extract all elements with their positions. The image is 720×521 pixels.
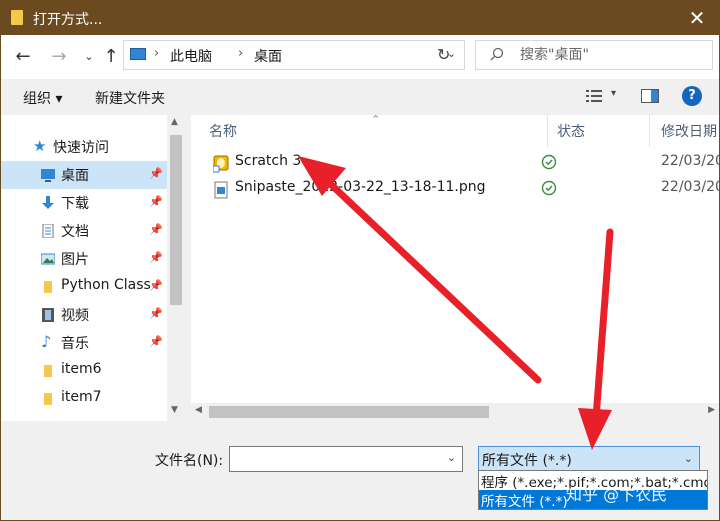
up-button[interactable]: ↑ <box>101 46 121 67</box>
download-icon <box>42 196 54 209</box>
nav-label: Python Class <box>61 277 151 293</box>
filename-combo[interactable]: ⌄ <box>229 446 463 472</box>
file-name: Scratch 3 <box>235 153 302 169</box>
nav-item-desktop[interactable]: 桌面 📌 <box>1 161 167 189</box>
nav-item-downloads[interactable]: 下载 📌 <box>1 189 167 217</box>
scroll-down-icon[interactable]: ▼ <box>171 405 178 415</box>
folder-icon <box>44 393 52 405</box>
horizontal-scrollbar[interactable]: ◀ ▶ <box>191 403 719 421</box>
new-folder-button[interactable]: 新建文件夹 <box>95 88 165 108</box>
file-name: Snipaste_2022-03-22_13-18-11.png <box>235 179 486 195</box>
scroll-thumb[interactable] <box>170 135 182 305</box>
nav-label: 文档 <box>61 224 89 240</box>
synced-icon <box>541 154 557 170</box>
nav-label: 快速访问 <box>53 140 109 156</box>
sort-ascending-icon: ⌃ <box>371 115 381 126</box>
star-icon: ★ <box>33 137 47 155</box>
view-list-icon[interactable] <box>586 89 602 103</box>
chevron-right-icon[interactable]: › <box>238 46 243 61</box>
filetype-select[interactable]: 所有文件 (*.*) ⌄ <box>478 446 700 472</box>
video-icon <box>42 308 54 322</box>
nav-quick-access[interactable]: ★ 快速访问 <box>1 133 167 161</box>
recent-locations-button[interactable]: ⌄ <box>79 50 99 63</box>
image-file-icon <box>214 181 228 199</box>
address-bar: ← → ⌄ ↑ › 此电脑 › 桌面 ⌄ ↻ <box>1 35 719 79</box>
refresh-button[interactable]: ↻ <box>437 45 450 64</box>
scroll-thumb[interactable] <box>209 406 489 418</box>
music-icon: ♪ <box>41 332 52 351</box>
column-header-date[interactable]: 修改日期 <box>661 121 717 141</box>
back-button[interactable]: ← <box>13 46 33 67</box>
title-bar: 打开方式... ✕ <box>1 1 719 35</box>
nav-label: 视频 <box>61 308 89 324</box>
path-box[interactable]: › 此电脑 › 桌面 ⌄ <box>123 40 465 70</box>
synced-icon <box>541 180 557 196</box>
open-with-dialog: 打开方式... ✕ ← → ⌄ ↑ › 此电脑 › 桌面 ⌄ ↻ 组织 ▾ 新建… <box>0 0 720 521</box>
file-date: 22/03/20 <box>661 179 719 195</box>
pin-icon[interactable]: 📌 <box>149 307 163 320</box>
pin-icon[interactable]: 📌 <box>149 195 163 208</box>
scratch-shortcut-icon <box>213 155 229 173</box>
scroll-up-icon[interactable]: ▲ <box>171 117 178 127</box>
view-dropdown-icon[interactable]: ▾ <box>611 88 616 99</box>
file-date: 22/03/20 <box>661 153 719 169</box>
nav-item-documents[interactable]: 文档 📌 <box>1 217 167 245</box>
pin-icon[interactable]: 📌 <box>149 223 163 236</box>
preview-pane-icon[interactable] <box>641 89 659 103</box>
scroll-right-icon[interactable]: ▶ <box>708 405 715 415</box>
chevron-down-icon[interactable]: ⌄ <box>684 452 693 465</box>
navigation-pane: ★ 快速访问 桌面 📌 下载 📌 文档 📌 图片 📌 Python Class … <box>1 115 185 421</box>
column-divider[interactable] <box>547 115 548 147</box>
folder-icon <box>11 10 23 25</box>
nav-item-item7[interactable]: item7 <box>1 385 167 413</box>
nav-label: item7 <box>61 389 102 405</box>
computer-icon <box>130 48 146 60</box>
nav-scrollbar[interactable]: ▲ ▼ <box>167 115 185 421</box>
column-header-name[interactable]: 名称 <box>209 121 237 141</box>
folder-icon <box>44 365 52 377</box>
search-box[interactable] <box>475 40 713 70</box>
nav-item-music[interactable]: ♪ 音乐 📌 <box>1 329 167 357</box>
forward-button[interactable]: → <box>49 46 69 67</box>
filename-input[interactable] <box>234 450 434 468</box>
command-bar: 组织 ▾ 新建文件夹 ▾ ? <box>1 79 719 115</box>
close-button[interactable]: ✕ <box>687 6 707 30</box>
file-list: ⌃ 名称 状态 修改日期 Scratch 3 22/03/20 Snipaste… <box>191 115 719 421</box>
nav-label: 桌面 <box>61 168 89 184</box>
window-title: 打开方式... <box>33 12 103 28</box>
column-divider[interactable] <box>649 115 650 147</box>
nav-item-item6[interactable]: item6 <box>1 357 167 385</box>
watermark: 知乎 @卞农民 <box>566 485 668 504</box>
file-row[interactable]: Snipaste_2022-03-22_13-18-11.png 22/03/2… <box>205 177 719 201</box>
pin-icon[interactable]: 📌 <box>149 167 163 180</box>
nav-label: 音乐 <box>61 336 89 352</box>
file-row[interactable]: Scratch 3 22/03/20 <box>205 151 719 175</box>
pin-icon[interactable]: 📌 <box>149 335 163 348</box>
search-input[interactable] <box>520 46 700 64</box>
pin-icon[interactable]: 📌 <box>149 279 163 292</box>
nav-item-pictures[interactable]: 图片 📌 <box>1 245 167 273</box>
breadcrumb-this-pc[interactable]: 此电脑 <box>170 46 212 66</box>
chevron-down-icon[interactable]: ⌄ <box>447 451 456 464</box>
search-icon <box>490 47 504 61</box>
nav-label: 下载 <box>61 196 89 212</box>
folder-icon <box>44 281 52 293</box>
nav-label: item6 <box>61 361 102 377</box>
filename-label: 文件名(N): <box>155 453 224 469</box>
chevron-right-icon[interactable]: › <box>154 46 159 61</box>
nav-label: 图片 <box>61 252 89 268</box>
column-header-status[interactable]: 状态 <box>557 121 585 141</box>
desktop-icon <box>41 169 55 182</box>
scroll-left-icon[interactable]: ◀ <box>195 405 202 415</box>
document-icon <box>42 224 54 238</box>
breadcrumb-desktop[interactable]: 桌面 <box>254 46 282 66</box>
nav-item-python-class[interactable]: Python Class 📌 <box>1 273 167 301</box>
organize-button[interactable]: 组织 ▾ <box>23 88 62 108</box>
picture-icon <box>41 253 55 265</box>
filetype-selected: 所有文件 (*.*) <box>482 453 572 469</box>
help-icon[interactable]: ? <box>682 86 702 106</box>
nav-item-videos[interactable]: 视频 📌 <box>1 301 167 329</box>
pin-icon[interactable]: 📌 <box>149 251 163 264</box>
